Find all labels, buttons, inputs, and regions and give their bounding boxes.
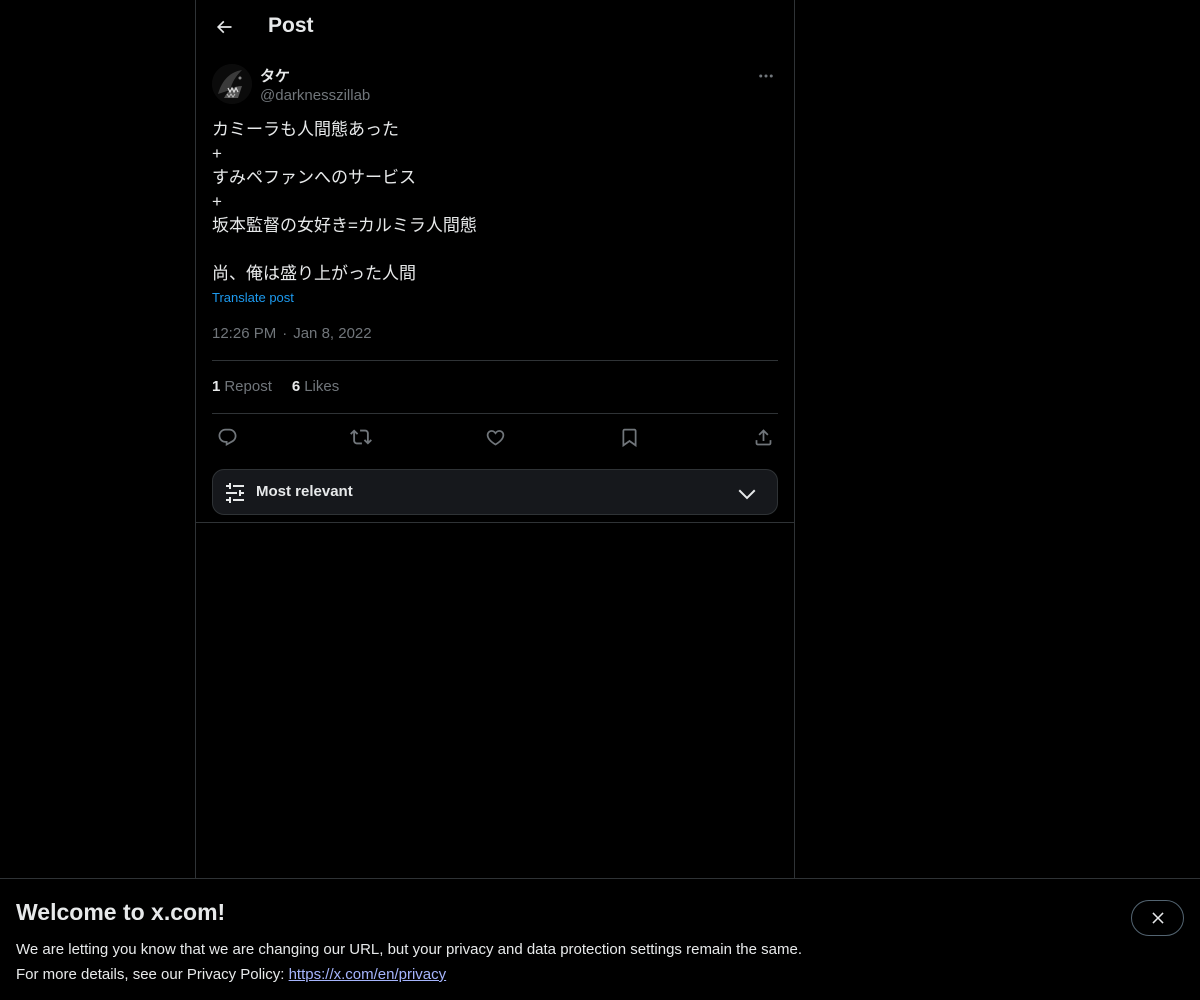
post-text-line: +: [212, 144, 222, 163]
likes-count: 6: [291, 378, 301, 395]
post-text-line: +: [212, 192, 222, 211]
post-text: カミーラも人間態あった + すみペファンへのサービス + 坂本監督の女好き=カル…: [212, 118, 778, 286]
avatar[interactable]: [212, 64, 252, 104]
post-header: Post: [196, 0, 794, 54]
reposts-count: 1: [212, 378, 221, 395]
privacy-policy-link[interactable]: https://x.com/en/privacy: [289, 966, 447, 983]
sort-label: Most relevant: [256, 483, 353, 500]
main-column: Post タケ @darknesszillab カミーラも人間態あった + すみ…: [195, 0, 795, 880]
repost-button[interactable]: [346, 422, 376, 452]
page-title: Post: [268, 14, 314, 37]
post-text-line: 尚、俺は盛り上がった人間: [212, 264, 416, 283]
reply-button[interactable]: [212, 422, 242, 452]
more-options-button[interactable]: [754, 64, 778, 88]
post-date: Jan 8, 2022: [293, 325, 372, 342]
author-handle[interactable]: @darknesszillab: [260, 87, 370, 104]
close-banner-button[interactable]: [1131, 900, 1184, 936]
share-icon: [755, 428, 771, 445]
divider: [196, 522, 794, 523]
banner-line: For more details, see our Privacy Policy…: [16, 962, 802, 987]
welcome-banner: Welcome to x.com! We are letting you kno…: [0, 878, 1200, 1000]
bookmark-button[interactable]: [614, 422, 644, 452]
post-time: 12:26 PM: [212, 325, 277, 342]
likes-label: Likes: [304, 378, 340, 395]
author-display-name[interactable]: タケ: [260, 65, 290, 86]
post-text-line: 坂本監督の女好き=カルミラ人間態: [212, 216, 477, 235]
chevron-down-icon: [738, 489, 756, 500]
like-button[interactable]: [480, 422, 510, 452]
post-timestamp[interactable]: 12:26 PM · Jan 8, 2022: [212, 325, 372, 342]
reposts-label: Repost: [224, 378, 272, 395]
divider: [212, 360, 778, 361]
banner-title: Welcome to x.com!: [16, 899, 226, 925]
reply-icon: [218, 428, 236, 446]
likes-stat[interactable]: 6 Likes: [292, 378, 339, 395]
post-text-line: カミーラも人間態あった: [212, 120, 399, 139]
arrow-left-icon: [216, 20, 232, 34]
post-text-line: [212, 238, 778, 262]
reply-sort-dropdown[interactable]: Most relevant: [212, 469, 778, 515]
back-button[interactable]: [206, 9, 242, 45]
banner-line: We are letting you know that we are chan…: [16, 941, 802, 958]
post-actions: [212, 422, 778, 452]
close-icon: [1151, 912, 1164, 924]
banner-text: We are letting you know that we are chan…: [16, 937, 802, 987]
more-horizontal-icon: [759, 74, 773, 78]
meta-separator: ·: [282, 325, 288, 342]
post-author: タケ @darknesszillab: [212, 62, 778, 108]
share-button[interactable]: [748, 422, 778, 452]
post-text-line: すみペファンへのサービス: [212, 168, 416, 187]
repost-icon: [350, 429, 372, 445]
reposts-stat[interactable]: 1 Repost: [212, 378, 272, 395]
sliders-icon: [226, 483, 244, 503]
divider: [212, 413, 778, 414]
heart-icon: [486, 429, 504, 446]
translate-post-link[interactable]: Translate post: [212, 290, 294, 305]
bookmark-icon: [622, 428, 636, 447]
banner-line-prefix: For more details, see our Privacy Policy…: [16, 966, 289, 983]
post-stats: 1 Repost 6 Likes: [212, 378, 339, 395]
